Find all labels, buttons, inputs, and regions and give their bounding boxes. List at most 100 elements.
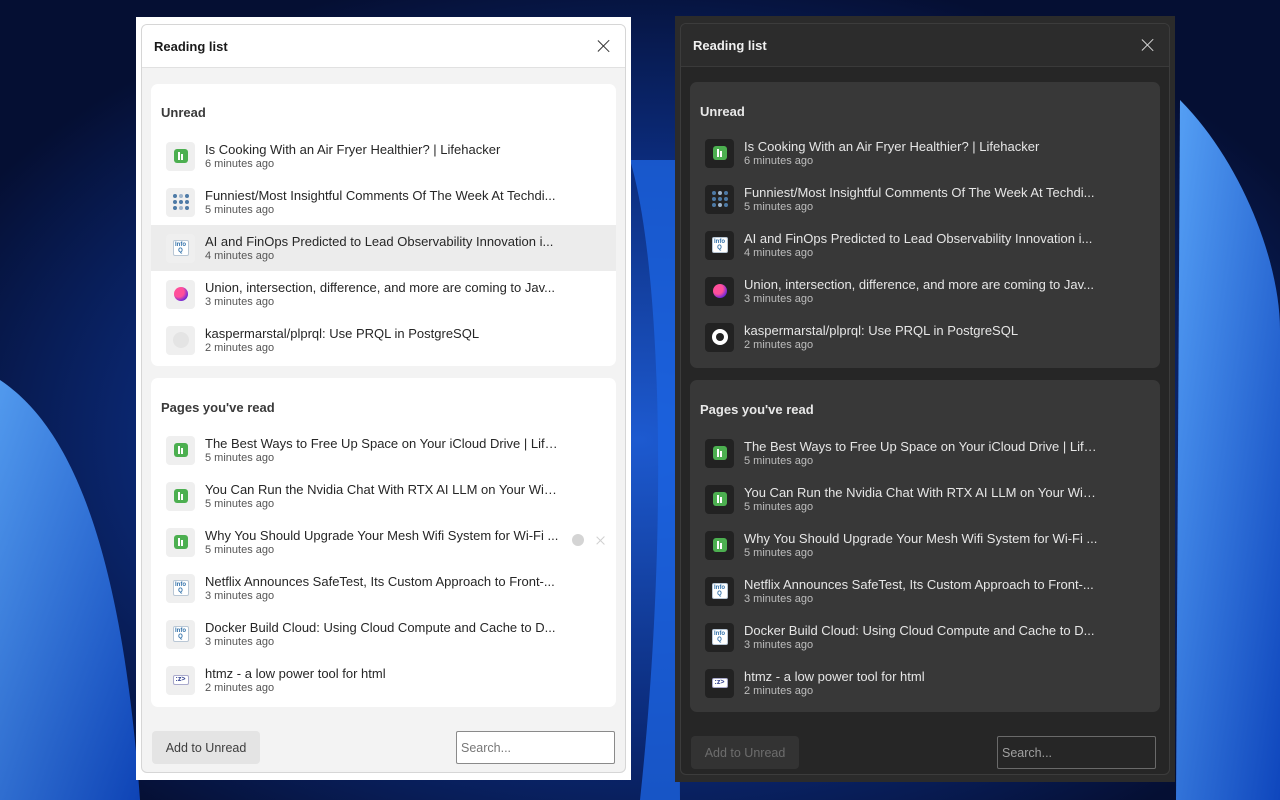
item-time: 5 minutes ago — [205, 498, 275, 510]
item-title: Is Cooking With an Air Fryer Healthier? … — [205, 142, 501, 157]
list-item[interactable]: Why You Should Upgrade Your Mesh Wifi Sy… — [690, 522, 1160, 568]
reading-list-panel-dark: Reading list Unread Is Cooking With an A… — [675, 16, 1175, 782]
item-title: htmz - a low power tool for html — [205, 666, 386, 681]
list-item[interactable]: Info Q AI and FinOps Predicted to Lead Ob… — [690, 222, 1160, 268]
list-item[interactable]: Info Q Netflix Announces SafeTest, Its Cu… — [151, 565, 616, 611]
list-item[interactable]: You Can Run the Nvidia Chat With RTX AI … — [690, 476, 1160, 522]
list-item[interactable]: Info Q Netflix Announces SafeTest, Its Cu… — [690, 568, 1160, 614]
reading-list-window: Reading list Unread Is Cooking With an A… — [680, 23, 1170, 775]
item-time: 4 minutes ago — [205, 250, 275, 262]
item-title: Why You Should Upgrade Your Mesh Wifi Sy… — [744, 531, 1098, 546]
list-item[interactable]: The Best Ways to Free Up Space on Your i… — [151, 427, 616, 473]
item-time: 3 minutes ago — [744, 639, 814, 651]
list-item[interactable]: Funniest/Most Insightful Comments Of The… — [151, 179, 616, 225]
read-section: Pages you've read The Best Ways to Free … — [151, 378, 616, 707]
item-title: htmz - a low power tool for html — [744, 669, 925, 684]
item-title: Docker Build Cloud: Using Cloud Compute … — [205, 620, 556, 635]
list-item[interactable]: kaspermarstal/plprql: Use PRQL in Postgr… — [151, 317, 616, 363]
list-item[interactable]: Info Q Docker Build Cloud: Using Cloud Co… — [151, 611, 616, 657]
list-item[interactable]: Union, intersection, difference, and mor… — [151, 271, 616, 317]
item-title: The Best Ways to Free Up Space on Your i… — [205, 436, 560, 451]
list-item[interactable]: Is Cooking With an Air Fryer Healthier? … — [690, 130, 1160, 176]
list-item[interactable]: Why You Should Upgrade Your Mesh Wifi Sy… — [151, 519, 616, 565]
search-input[interactable] — [997, 736, 1156, 769]
unread-heading: Unread — [700, 104, 745, 119]
infoq-icon: Info Q — [705, 576, 734, 606]
panel-header: Reading list — [681, 24, 1169, 67]
list-item[interactable]: You Can Run the Nvidia Chat With RTX AI … — [151, 473, 616, 519]
read-section: Pages you've read The Best Ways to Free … — [690, 380, 1160, 712]
lifehacker-icon — [166, 481, 195, 511]
item-time: 5 minutes ago — [744, 201, 814, 213]
unread-list: Is Cooking With an Air Fryer Healthier? … — [151, 133, 616, 363]
close-icon[interactable] — [1140, 37, 1156, 53]
item-title: The Best Ways to Free Up Space on Your i… — [744, 439, 1099, 454]
item-title: Why You Should Upgrade Your Mesh Wifi Sy… — [205, 528, 559, 543]
panel-title: Reading list — [693, 37, 767, 53]
item-time: 2 minutes ago — [744, 685, 814, 697]
unread-list: Is Cooking With an Air Fryer Healthier? … — [690, 130, 1160, 360]
list-item[interactable]: kaspermarstal/plprql: Use PRQL in Postgr… — [690, 314, 1160, 360]
item-title: kaspermarstal/plprql: Use PRQL in Postgr… — [205, 326, 480, 341]
item-title: AI and FinOps Predicted to Lead Observab… — [205, 234, 554, 249]
unread-heading: Unread — [161, 105, 206, 120]
item-time: 4 minutes ago — [744, 247, 814, 259]
techdirt-icon — [705, 184, 734, 214]
lifehacker-icon — [705, 484, 734, 514]
list-item[interactable]: Info Q AI and FinOps Predicted to Lead Ob… — [151, 225, 616, 271]
item-time: 5 minutes ago — [744, 501, 814, 513]
item-title: Netflix Announces SafeTest, Its Custom A… — [205, 574, 555, 589]
read-heading: Pages you've read — [700, 402, 814, 417]
item-time: 3 minutes ago — [744, 293, 814, 305]
list-item[interactable]: The Best Ways to Free Up Space on Your i… — [690, 430, 1160, 476]
infoq-icon: Info Q — [705, 622, 734, 652]
add-to-unread-button[interactable]: Add to Unread — [691, 736, 799, 769]
item-time: 2 minutes ago — [205, 682, 275, 694]
list-item[interactable]: Funniest/Most Insightful Comments Of The… — [690, 176, 1160, 222]
item-time: 6 minutes ago — [744, 155, 814, 167]
item-time: 2 minutes ago — [744, 339, 814, 351]
lifehacker-icon — [705, 530, 734, 560]
list-item[interactable]: Union, intersection, difference, and mor… — [690, 268, 1160, 314]
row-actions — [572, 534, 606, 546]
lifehacker-icon — [166, 527, 195, 557]
infoq-icon: Info Q — [705, 230, 734, 260]
reading-list-window: Reading list Unread Is Cooking With an A… — [141, 24, 626, 773]
read-list: The Best Ways to Free Up Space on Your i… — [151, 427, 616, 703]
read-heading: Pages you've read — [161, 400, 275, 415]
union-site-icon — [166, 279, 195, 309]
remove-icon[interactable] — [596, 535, 606, 545]
item-time: 5 minutes ago — [205, 544, 275, 556]
lifehacker-icon — [705, 438, 734, 468]
list-item[interactable]: :z> htmz - a low power tool for html 2 mi… — [690, 660, 1160, 706]
union-site-icon — [705, 276, 734, 306]
item-title: kaspermarstal/plprql: Use PRQL in Postgr… — [744, 323, 1019, 338]
item-time: 3 minutes ago — [205, 296, 275, 308]
add-to-unread-button[interactable]: Add to Unread — [152, 731, 260, 764]
infoq-icon: Info Q — [166, 619, 195, 649]
list-item[interactable]: :z> htmz - a low power tool for html 2 mi… — [151, 657, 616, 703]
item-title: Funniest/Most Insightful Comments Of The… — [205, 188, 556, 203]
item-title: You Can Run the Nvidia Chat With RTX AI … — [744, 485, 1099, 500]
item-title: Netflix Announces SafeTest, Its Custom A… — [744, 577, 1094, 592]
item-time: 3 minutes ago — [744, 593, 814, 605]
techdirt-icon — [166, 187, 195, 217]
list-item[interactable]: Info Q Docker Build Cloud: Using Cloud Co… — [690, 614, 1160, 660]
item-time: 5 minutes ago — [205, 204, 275, 216]
htmz-icon: :z> — [705, 668, 734, 698]
mark-unread-icon[interactable] — [572, 534, 584, 546]
item-time: 5 minutes ago — [744, 455, 814, 467]
item-time: 2 minutes ago — [205, 342, 275, 354]
lifehacker-icon — [166, 141, 195, 171]
lifehacker-icon — [705, 138, 734, 168]
search-input[interactable] — [456, 731, 615, 764]
list-item[interactable]: Is Cooking With an Air Fryer Healthier? … — [151, 133, 616, 179]
reading-list-panel-light: Reading list Unread Is Cooking With an A… — [136, 17, 631, 780]
panel-title: Reading list — [154, 38, 228, 54]
infoq-icon: Info Q — [166, 233, 195, 263]
item-time: 6 minutes ago — [205, 158, 275, 170]
item-title: Is Cooking With an Air Fryer Healthier? … — [744, 139, 1040, 154]
item-title: AI and FinOps Predicted to Lead Observab… — [744, 231, 1093, 246]
close-icon[interactable] — [596, 38, 612, 54]
item-title: Funniest/Most Insightful Comments Of The… — [744, 185, 1095, 200]
